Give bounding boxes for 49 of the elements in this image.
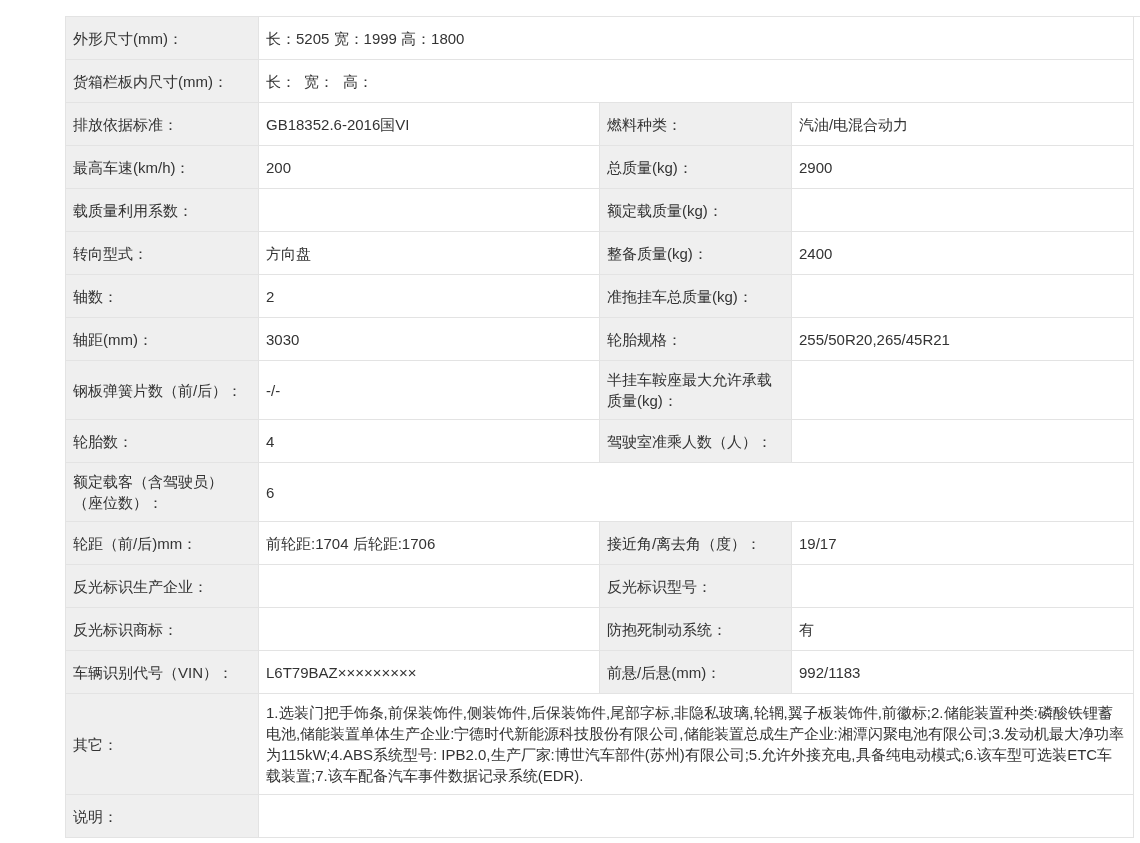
- spec-label: 反光标识商标：: [73, 619, 178, 640]
- spec-label: 驾驶室准乘人数（人）：: [607, 431, 772, 452]
- spec-value: 1.选装门把手饰条,前保装饰件,侧装饰件,后保装饰件,尾部字标,非隐私玻璃,轮辋,翼子板装饰件,前徽标;2.储能装置种类:磷酸铁锂蓄电池,储能装置单体生产企业:宁德时代新能源科技股份有限公司,储能装置总成生产企业:湘潭闪聚电池有限公司;3.发动机最大净功率为115kW;4.ABS系统型号: IPB2.0,生产厂家:博世汽车部件(苏州)有限公司;5.允许外接充电,具备纯电动模式;6.该车型可选装ETC车载装置;7.该车配备汽车事件数据记录系统(EDR).: [259, 694, 1134, 795]
- spec-label: 轴距(mm)：: [73, 329, 153, 350]
- spec-value: 长： 宽： 高：: [259, 60, 1134, 103]
- spec-value: 255/50R20,265/45R21: [792, 318, 1134, 361]
- spec-value: 3030: [259, 318, 600, 361]
- spec-label: 外形尺寸(mm)：: [73, 28, 183, 49]
- spec-label: 准拖挂车总质量(kg)：: [607, 286, 753, 307]
- spec-label: 燃料种类：: [607, 114, 682, 135]
- spec-label: 最高车速(km/h)：: [73, 157, 191, 178]
- spec-value: GB18352.6-2016国VI: [259, 103, 600, 146]
- spec-value: 4: [259, 420, 600, 463]
- spec-label: 说明：: [73, 806, 118, 827]
- spec-value: 2: [259, 275, 600, 318]
- spec-value: 200: [259, 146, 600, 189]
- spec-label: 反光标识生产企业：: [73, 576, 208, 597]
- spec-value: L6T79BAZ×××××××××: [259, 651, 600, 694]
- spec-label: 防抱死制动系统：: [607, 619, 727, 640]
- spec-value: 方向盘: [259, 232, 600, 275]
- spec-label: 额定载客（含驾驶员）（座位数）：: [73, 472, 224, 513]
- spec-value: 992/1183: [792, 651, 1134, 694]
- spec-value: -/-: [259, 361, 600, 420]
- spec-label: 轮距（前/后)mm：: [73, 533, 198, 554]
- spec-label: 总质量(kg)：: [607, 157, 693, 178]
- spec-label: 载质量利用系数：: [73, 200, 193, 221]
- spec-label: 整备质量(kg)：: [607, 243, 708, 264]
- spec-label: 前悬/后悬(mm)：: [607, 662, 722, 683]
- spec-label: 轴数：: [73, 286, 118, 307]
- spec-label: 钢板弹簧片数（前/后）：: [73, 380, 243, 401]
- spec-label: 半挂车鞍座最大允许承载质量(kg)：: [607, 370, 773, 411]
- spec-value: 19/17: [792, 522, 1134, 565]
- spec-label: 货箱栏板内尺寸(mm)：: [73, 71, 228, 92]
- spec-value: 6: [259, 463, 1134, 522]
- spec-label: 轮胎规格：: [607, 329, 682, 350]
- spec-label: 其它：: [73, 734, 118, 755]
- spec-value: 2400: [792, 232, 1134, 275]
- spec-label: 转向型式：: [73, 243, 148, 264]
- spec-label: 轮胎数：: [73, 431, 133, 452]
- spec-label: 排放依据标准：: [73, 114, 178, 135]
- spec-label: 接近角/离去角（度）：: [607, 533, 762, 554]
- spec-value: 有: [792, 608, 1134, 651]
- spec-value: 前轮距:1704 后轮距:1706: [259, 522, 600, 565]
- spec-value: 长：5205 宽：1999 高：1800: [259, 17, 1134, 60]
- spec-value: 2900: [792, 146, 1134, 189]
- spec-label: 反光标识型号：: [607, 576, 712, 597]
- spec-label: 车辆识别代号（VIN）：: [73, 662, 233, 683]
- spec-label: 额定载质量(kg)：: [607, 200, 723, 221]
- spec-value: 汽油/电混合动力: [792, 103, 1134, 146]
